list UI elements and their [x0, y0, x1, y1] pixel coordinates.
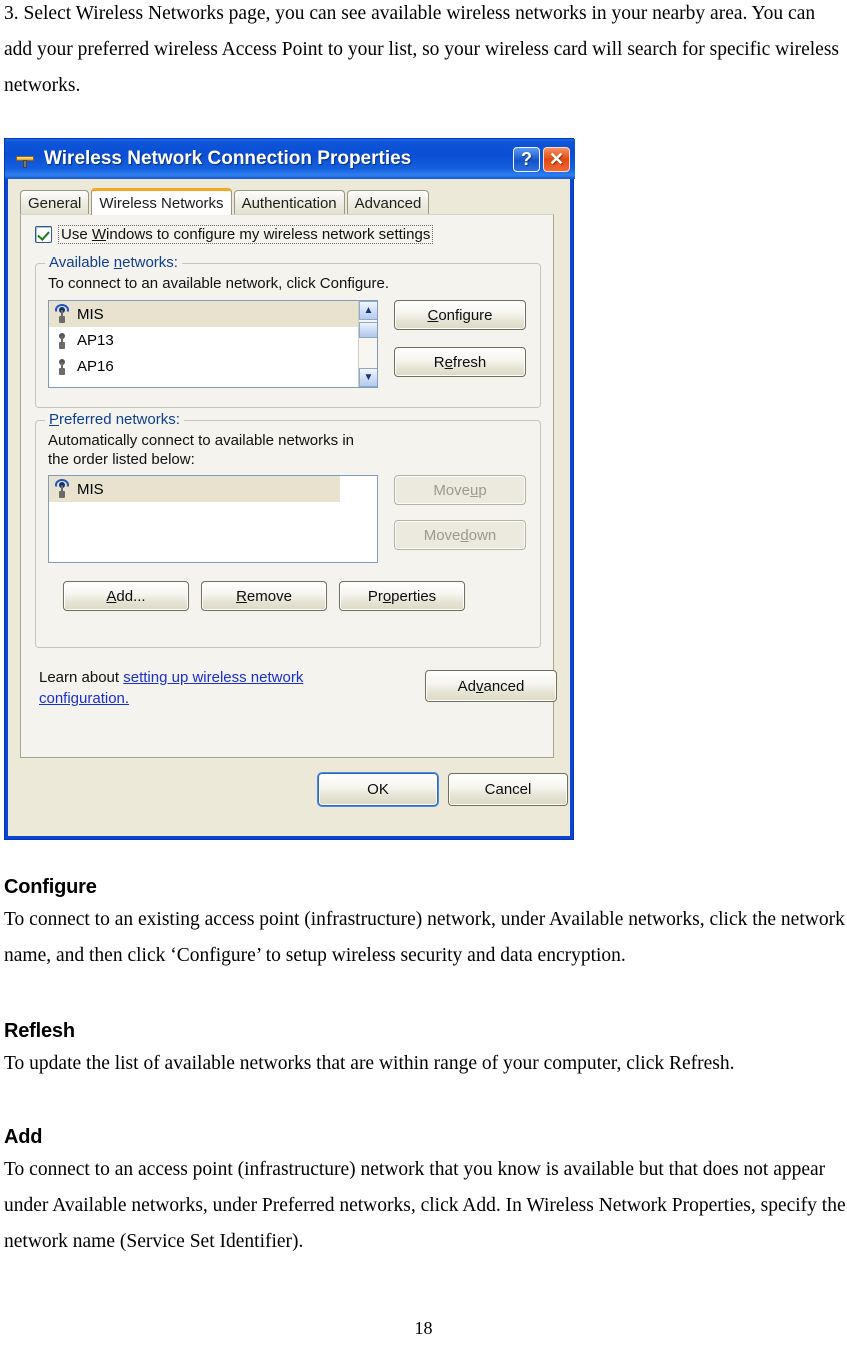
refresh-button[interactable]: Re fresh — [394, 347, 526, 377]
dialog-title: Wireless Network Connection Properties — [44, 148, 412, 169]
section-heading: Add — [4, 1126, 43, 1148]
moveup-pre: Move — [433, 481, 470, 499]
titlebar-buttons: ? ✕ — [513, 146, 570, 172]
section-add: Add To connect to an access point (infra… — [0, 1122, 847, 1260]
legend-accel: n — [113, 254, 123, 271]
scroll-up-icon[interactable]: ▲ — [359, 301, 377, 320]
learn-prefix: Learn about — [39, 669, 124, 686]
pref-legend-post: referred networks: — [59, 411, 180, 428]
add-button[interactable]: Add... — [63, 581, 189, 611]
close-icon[interactable]: ✕ — [543, 146, 570, 172]
refresh-post: fresh — [452, 353, 487, 371]
dialog-footer: OK Cancel — [8, 763, 570, 813]
available-networks-listbox[interactable]: MIS AP13 AP16 ▲ ▼ — [48, 300, 378, 388]
move-up-button[interactable]: Move up — [394, 475, 526, 505]
learn-about-text: Learn about setting up wireless network … — [39, 667, 359, 709]
section-body: To connect to an access point (infrastru… — [4, 1159, 846, 1252]
available-networks-description: To connect to an available network, clic… — [48, 275, 390, 292]
use-windows-checkbox-row[interactable]: Use Windows to configure my wireless net… — [35, 225, 434, 244]
dialog-titlebar: Wireless Network Connection Properties ?… — [5, 139, 575, 179]
available-network-label: MIS — [77, 305, 104, 323]
ok-button[interactable]: OK — [318, 773, 438, 806]
advanced-button[interactable]: Ad v anced — [425, 670, 557, 702]
available-network-item-mis[interactable]: MIS — [49, 301, 365, 327]
chk-label-accel: W — [91, 226, 107, 243]
wireless-signal-icon — [54, 331, 70, 349]
remove-accel: R — [236, 587, 247, 605]
tab-panel-wireless-networks: Use Windows to configure my wireless net… — [20, 214, 557, 758]
moveup-post: p — [478, 481, 487, 499]
available-networks-legend: Available networks: — [45, 254, 182, 271]
section-reflesh: Reflesh To update the list of available … — [0, 1016, 847, 1082]
section-heading: Configure — [4, 876, 97, 898]
preferred-networks-group: Preferred networks: Automatically connec… — [35, 411, 541, 648]
available-network-item-ap16[interactable]: AP16 — [49, 353, 377, 379]
wireless-signal-icon — [54, 357, 70, 375]
use-windows-checkbox-label: Use Windows to configure my wireless net… — [58, 225, 434, 244]
preferred-networks-description: Automatically connect to available netwo… — [48, 432, 354, 468]
movedown-accel: d — [460, 526, 469, 544]
moveup-accel: u — [470, 481, 479, 499]
dialog-inner: Wireless Network Connection Properties ?… — [5, 139, 575, 836]
move-down-button[interactable]: Move d own — [394, 520, 526, 550]
tab-advanced[interactable]: Advanced — [346, 190, 430, 215]
wireless-signal-icon-active — [54, 305, 70, 323]
section-heading: Reflesh — [4, 1020, 75, 1042]
advanced-post: anced — [483, 677, 525, 695]
wireless-network-connection-properties-dialog: Wireless Network Connection Properties ?… — [4, 138, 575, 840]
preferred-network-label: MIS — [77, 480, 104, 498]
cancel-button[interactable]: Cancel — [448, 773, 568, 806]
scrollbar-thumb[interactable] — [359, 322, 377, 338]
available-network-item-ap13[interactable]: AP13 — [49, 327, 377, 353]
chk-label-pre: Use — [61, 226, 92, 243]
add-post: dd... — [116, 587, 146, 605]
props-post: perties — [391, 587, 437, 605]
available-networks-scrollbar[interactable]: ▲ ▼ — [358, 301, 377, 387]
props-pre: Pr — [367, 587, 383, 605]
movedown-pre: Move — [423, 526, 461, 544]
intro-paragraph: 3. Select Wireless Networks page, you ca… — [0, 0, 847, 104]
remove-button[interactable]: Remove — [201, 581, 327, 611]
page-number: 18 — [414, 1318, 433, 1338]
pref-legend-accel: P — [49, 411, 60, 428]
tab-authentication[interactable]: Authentication — [233, 190, 345, 215]
manual-page: 3. Select Wireless Networks page, you ca… — [0, 0, 847, 1360]
preferred-networks-legend: Preferred networks: — [45, 411, 184, 428]
available-network-label: AP13 — [77, 331, 114, 349]
intro-text: 3. Select Wireless Networks page, you ca… — [4, 3, 840, 96]
use-windows-checkbox[interactable] — [35, 226, 52, 243]
legend-post: etworks: — [122, 254, 178, 271]
section-configure: Configure To connect to an existing acce… — [0, 872, 847, 974]
tab-strip: General Wireless Networks Authentication… — [20, 188, 554, 215]
chk-label-post: indows to configure my wireless network … — [106, 226, 431, 243]
network-adapter-icon — [14, 149, 36, 169]
configure-accel: C — [427, 306, 439, 324]
advanced-accel: v — [475, 677, 484, 695]
tab-wireless-networks[interactable]: Wireless Networks — [91, 188, 232, 215]
properties-button[interactable]: Pr o perties — [339, 581, 465, 611]
wireless-signal-icon-active — [54, 480, 70, 498]
scroll-down-icon[interactable]: ▼ — [359, 368, 377, 387]
legend-pre: Available — [49, 254, 114, 271]
refresh-pre: R — [433, 353, 445, 371]
props-accel: o — [382, 587, 392, 605]
section-body: To connect to an existing access point (… — [4, 909, 845, 966]
configure-post: onfigure — [438, 306, 493, 324]
available-networks-group: Available networks: To connect to an ava… — [35, 254, 541, 408]
refresh-accel: e — [444, 353, 453, 371]
add-accel: A — [106, 587, 117, 605]
available-network-label: AP16 — [77, 357, 114, 375]
section-body: To update the list of available networks… — [4, 1053, 735, 1074]
configure-button[interactable]: Configure — [394, 300, 526, 330]
preferred-network-item-mis[interactable]: MIS — [49, 476, 340, 502]
advanced-pre: Ad — [457, 677, 476, 695]
help-button[interactable]: ? — [513, 146, 540, 172]
remove-post: emove — [246, 587, 292, 605]
movedown-post: own — [468, 526, 497, 544]
tab-general[interactable]: General — [20, 190, 90, 215]
preferred-networks-listbox[interactable]: MIS — [48, 475, 378, 563]
